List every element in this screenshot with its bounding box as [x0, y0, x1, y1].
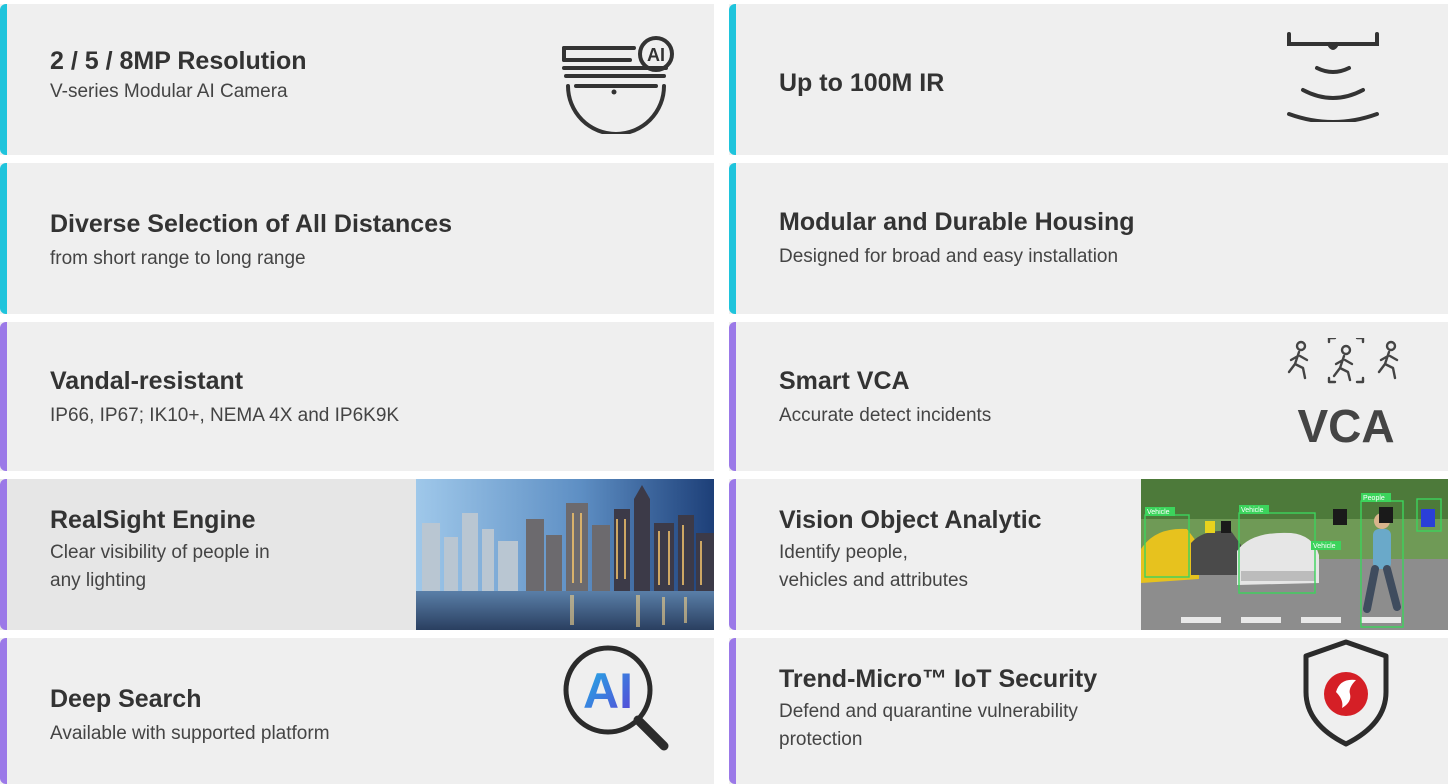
feature-title: Vision Object Analytic [779, 506, 1042, 534]
feature-title: Trend-Micro™ IoT Security [779, 665, 1098, 693]
feature-subtitle-line: Identify people, [779, 542, 908, 563]
feature-subtitle: IP66, IP67; IK10+, NEMA 4X and IP6K9K [50, 405, 400, 426]
detection-tag: Vehicle [1147, 509, 1170, 516]
feature-subtitle: Defend and quarantine vulnerability prot… [779, 698, 1097, 754]
feature-title: RealSight Engine [50, 506, 256, 534]
vca-people-icon: VCA [1287, 338, 1399, 446]
feature-subtitle-line: protection [779, 729, 863, 750]
feature-card-realsight: RealSight Engine Clear visibility of peo… [0, 479, 714, 630]
feature-card-trend-micro: Trend-Micro™ IoT Security Defend and qua… [729, 638, 1448, 784]
feature-title: Vandal-resistant [50, 367, 244, 395]
feature-subtitle: from short range to long range [50, 248, 306, 269]
feature-title: Up to 100M IR [779, 69, 945, 97]
feature-subtitle: Clear visibility of people in any lighti… [50, 539, 270, 595]
feature-title: 2 / 5 / 8MP Resolution [50, 47, 307, 75]
feature-subtitle: Accurate detect incidents [779, 405, 992, 426]
vca-badge-text: VCA [1297, 400, 1394, 446]
detection-tag: People [1363, 495, 1385, 502]
feature-subtitle: Designed for broad and easy installation [779, 246, 1119, 267]
feature-title: Deep Search [50, 685, 202, 713]
street-analytics-photo: Vehicle Vehicle People Vehicle [1141, 479, 1448, 630]
feature-card-vandal: Vandal-resistant IP66, IP67; IK10+, NEMA… [0, 322, 714, 471]
feature-subtitle: V-series Modular AI Camera [50, 81, 288, 102]
feature-card-vision: Vision Object Analytic Identify people, … [729, 479, 1448, 630]
shield-trend-icon [1303, 639, 1389, 747]
feature-subtitle-line: any lighting [50, 570, 147, 591]
feature-subtitle-line: vehicles and attributes [779, 570, 969, 591]
feature-card-vca: Smart VCA Accurate detect incidents VCA [729, 322, 1448, 471]
ir-waves-icon [1287, 32, 1379, 122]
feature-subtitle-line: Clear visibility of people in [50, 542, 270, 563]
feature-title: Smart VCA [779, 367, 910, 395]
feature-title: Modular and Durable Housing [779, 208, 1135, 236]
ai-search-icon: AI [563, 645, 669, 751]
feature-title: Diverse Selection of All Distances [50, 210, 453, 238]
feature-card-resolution: 2 / 5 / 8MP Resolution V-series Modular … [0, 4, 714, 155]
ai-search-badge: AI [583, 663, 633, 719]
feature-subtitle: Available with supported platform [50, 723, 330, 744]
ai-badge-text: AI [647, 45, 665, 65]
feature-card-ir: Up to 100M IR [729, 4, 1448, 155]
feature-subtitle-line: Defend and quarantine vulnerability [779, 701, 1078, 722]
detection-tag: Vehicle [1241, 507, 1264, 514]
detection-tag: Vehicle [1313, 543, 1336, 550]
feature-card-housing: Modular and Durable Housing Designed for… [729, 163, 1448, 314]
feature-card-deep-search: Deep Search Available with supported pla… [0, 638, 714, 784]
feature-subtitle: Identify people, vehicles and attributes [779, 539, 1042, 595]
feature-card-distances: Diverse Selection of All Distances from … [0, 163, 714, 314]
city-skyline-photo [416, 479, 714, 630]
dome-camera-ai-icon: AI [562, 36, 674, 134]
